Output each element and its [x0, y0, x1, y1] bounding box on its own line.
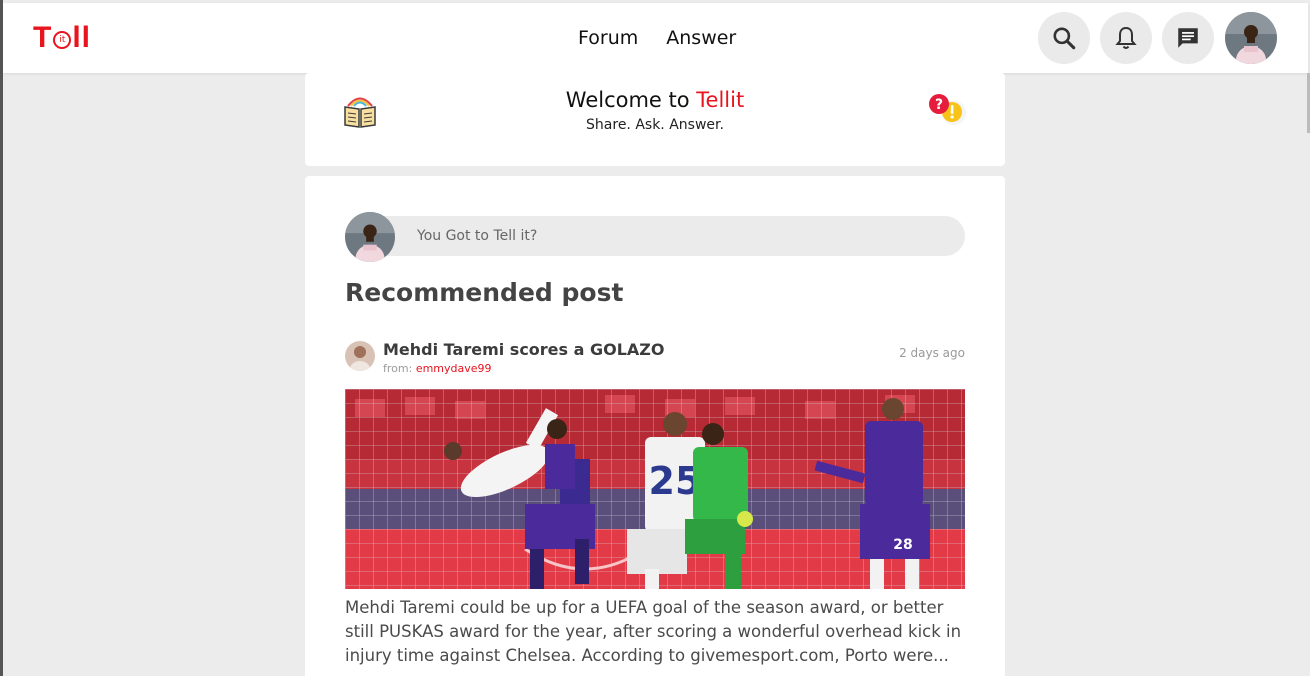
svg-text:28: 28: [893, 537, 912, 553]
logo-bubble: it: [53, 31, 72, 49]
composer-placeholder: You Got to Tell it?: [417, 228, 538, 244]
nav-forum-link[interactable]: Forum: [578, 27, 638, 49]
window-edge: [0, 0, 3, 676]
post-title[interactable]: Mehdi Taremi scores a GOLAZO: [383, 340, 665, 359]
recommended-post-heading: Recommended post: [345, 278, 624, 307]
feed-card: You Got to Tell it? Recommended post Meh…: [305, 176, 1005, 676]
nav-answer-link[interactable]: Answer: [666, 27, 736, 49]
messages-button[interactable]: [1162, 12, 1214, 64]
tellit-logo[interactable]: T it ll: [33, 21, 91, 55]
profile-avatar[interactable]: [1225, 12, 1277, 64]
post-excerpt: Mehdi Taremi could be up for a UEFA goal…: [345, 598, 962, 665]
post-from-label: from:: [383, 362, 416, 375]
post-author-avatar[interactable]: [345, 341, 375, 371]
composer-avatar: [345, 212, 395, 262]
question-answer-icon: ?: [927, 91, 967, 135]
top-navbar: T it ll Forum Answer: [3, 3, 1308, 73]
notifications-button[interactable]: [1100, 12, 1152, 64]
welcome-title-prefix: Welcome to: [565, 88, 697, 112]
svg-text:?: ?: [935, 97, 943, 113]
post-author-username[interactable]: emmydave99: [416, 362, 492, 375]
message-icon: [1178, 28, 1198, 48]
search-button[interactable]: [1038, 12, 1090, 64]
post-timestamp: 2 days ago: [899, 346, 965, 360]
welcome-title: Welcome to Tellit: [305, 88, 1005, 112]
welcome-title-brand: Tellit: [696, 88, 745, 112]
logo-letter-t: T: [33, 21, 53, 54]
post-image[interactable]: 25 28: [345, 389, 965, 589]
welcome-subtitle: Share. Ask. Answer.: [586, 117, 724, 133]
bell-icon: [1115, 26, 1137, 49]
logo-letters-ll: ll: [72, 21, 91, 54]
search-icon: [1053, 27, 1076, 50]
main-nav: Forum Answer: [578, 27, 736, 49]
welcome-card: Welcome to Tellit Share. Ask. Answer. ?: [305, 73, 1005, 166]
post-source: from: emmydave99: [383, 362, 492, 375]
